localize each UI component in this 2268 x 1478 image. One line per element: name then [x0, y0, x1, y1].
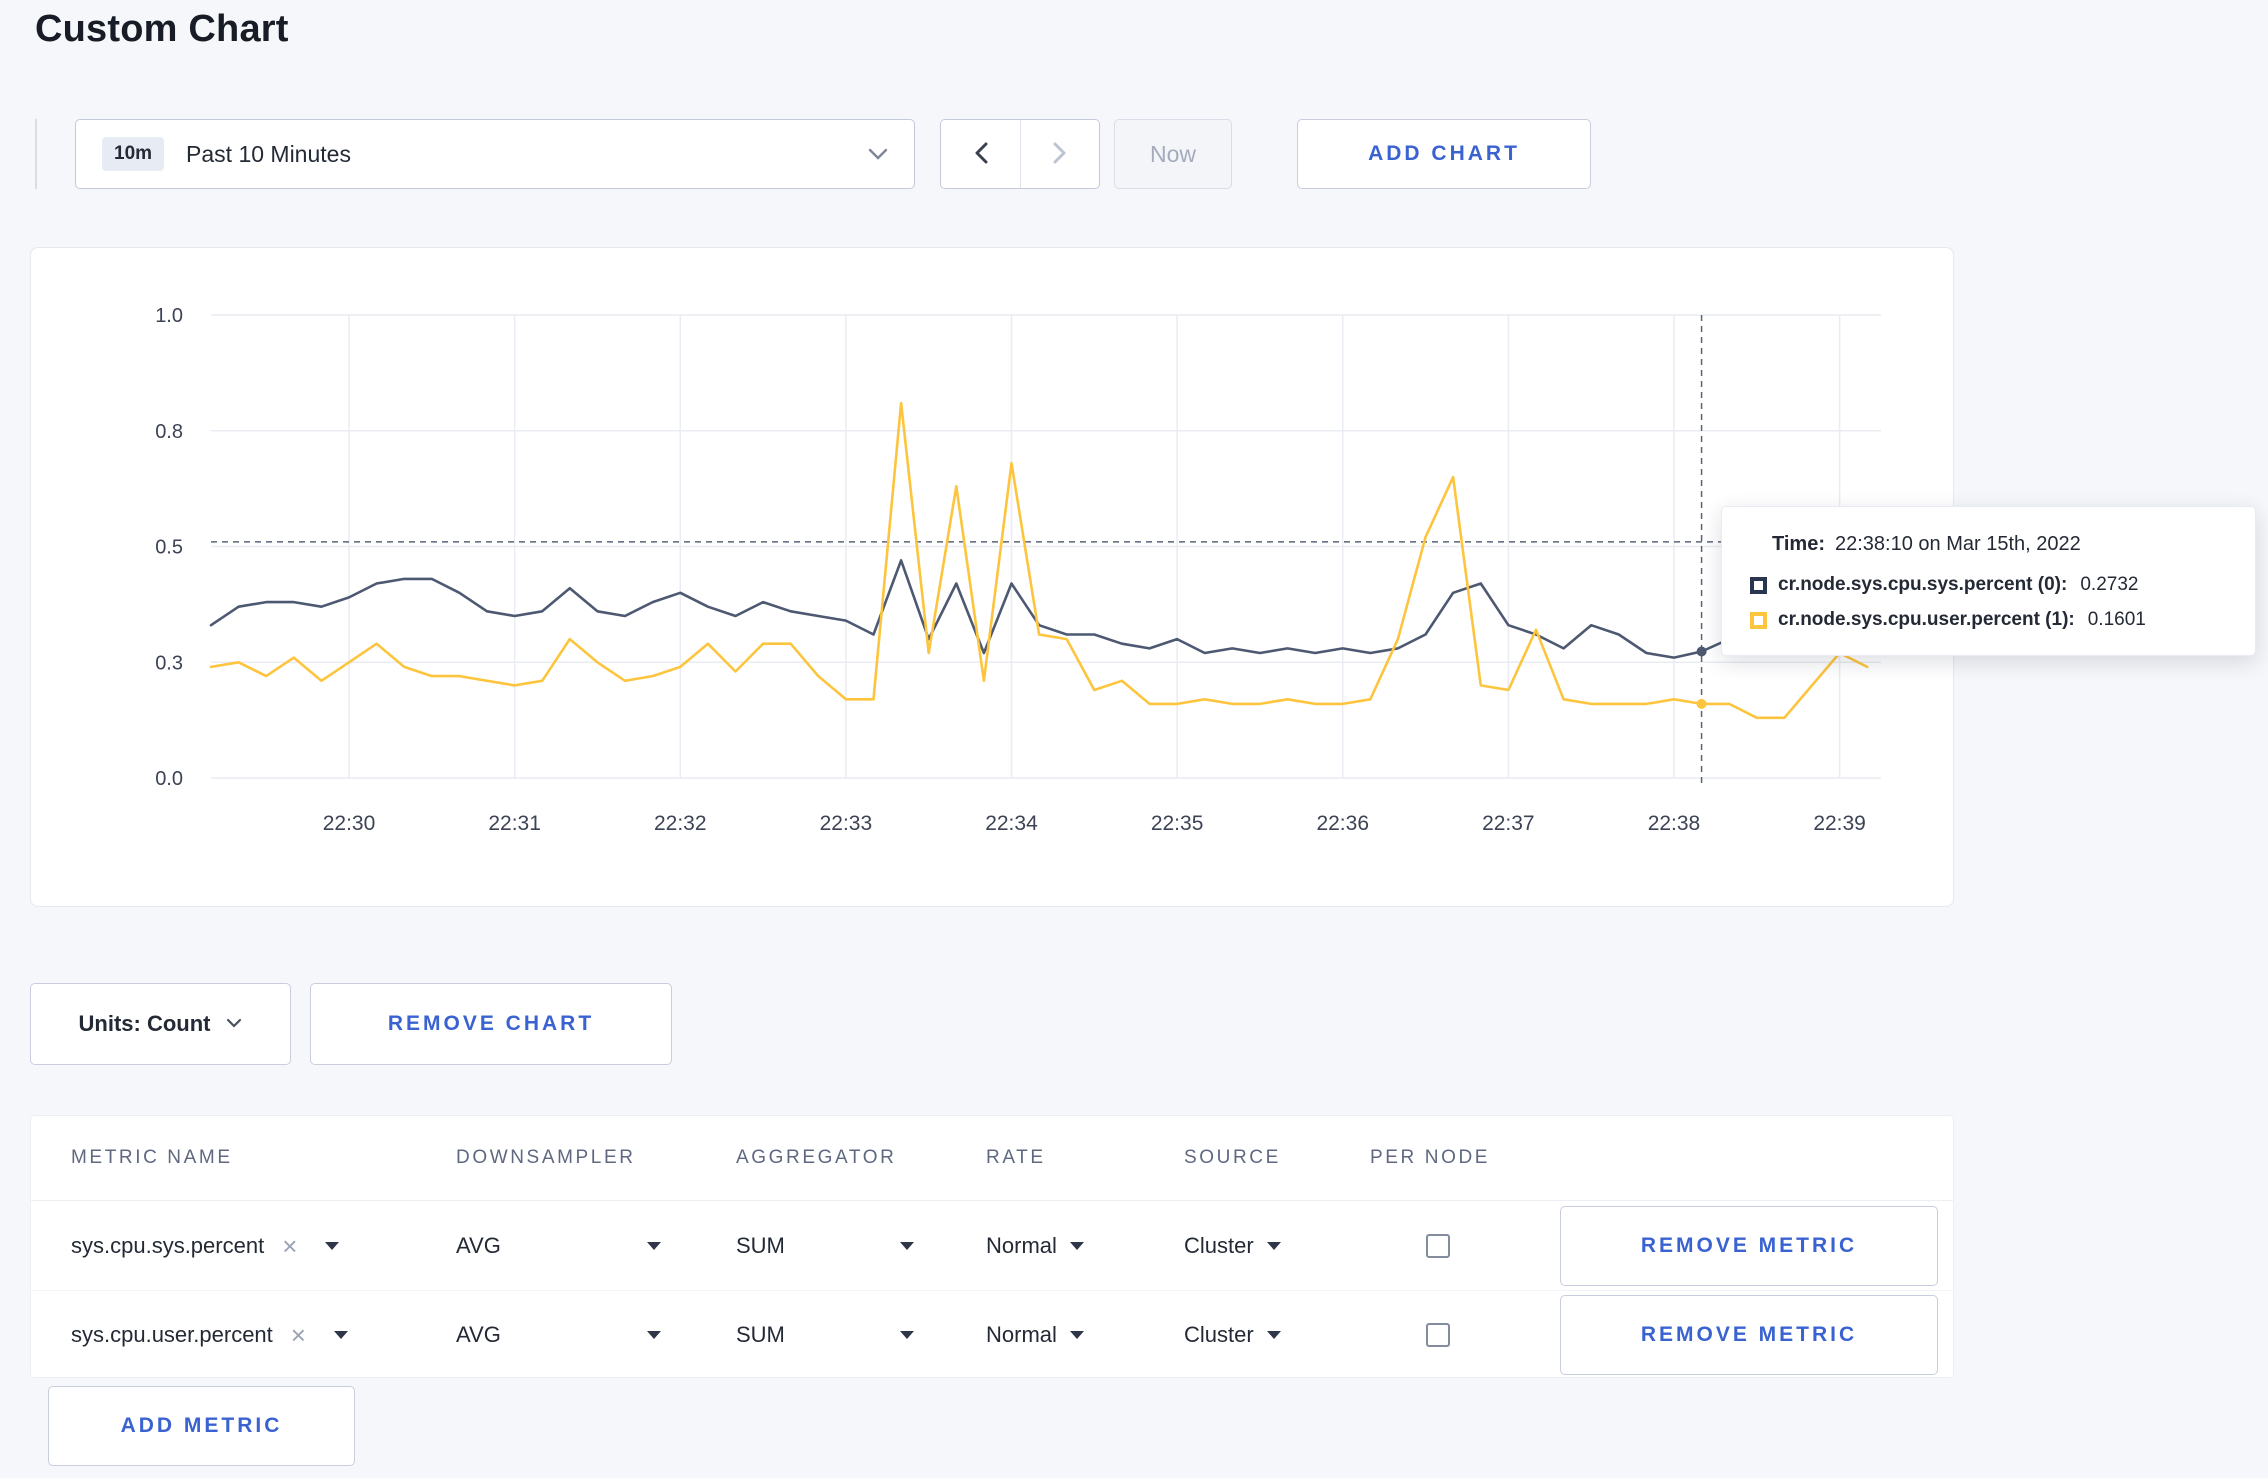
page-title: Custom Chart	[35, 8, 289, 50]
chart-hover-tooltip: Time: 22:38:10 on Mar 15th, 2022 cr.node…	[1721, 506, 2256, 656]
header-per-node: PER NODE	[1370, 1147, 1491, 1168]
downsampler-select[interactable]: AVG	[456, 1233, 661, 1259]
svg-text:0.3: 0.3	[155, 652, 183, 674]
metric-row: sys.cpu.user.percent × AVG SUM Normal Cl…	[31, 1290, 1953, 1379]
header-downsampler: DOWNSAMPLER	[456, 1147, 636, 1168]
aggregator-select[interactable]: SUM	[736, 1233, 914, 1259]
source-value: Cluster	[1184, 1322, 1254, 1347]
caret-down-icon	[325, 1241, 340, 1250]
metrics-table: METRIC NAME DOWNSAMPLER AGGREGATOR RATE …	[30, 1115, 1954, 1378]
aggregator-select[interactable]: SUM	[736, 1322, 914, 1348]
svg-text:0.5: 0.5	[155, 537, 183, 559]
aggregator-value: SUM	[736, 1322, 785, 1347]
svg-text:22:32: 22:32	[654, 812, 707, 835]
add-chart-label: ADD CHART	[1368, 142, 1520, 165]
remove-metric-button[interactable]: REMOVE METRIC	[1560, 1295, 1938, 1375]
caret-down-icon	[900, 1241, 914, 1250]
tooltip-time-label: Time:	[1772, 533, 1825, 555]
source-select[interactable]: Cluster	[1184, 1322, 1281, 1348]
tooltip-time-value: 22:38:10 on Mar 15th, 2022	[1834, 533, 2081, 555]
svg-text:0.8: 0.8	[155, 421, 183, 443]
svg-text:22:38: 22:38	[1648, 812, 1701, 835]
caret-down-icon	[900, 1331, 914, 1339]
downsampler-value: AVG	[456, 1232, 501, 1258]
source-select[interactable]: Cluster	[1184, 1233, 1281, 1259]
downsampler-select[interactable]: AVG	[456, 1322, 661, 1348]
rate-value: Normal	[986, 1232, 1057, 1258]
caret-down-icon	[333, 1331, 348, 1339]
clear-metric-icon[interactable]: ×	[291, 1322, 306, 1348]
downsampler-value: AVG	[456, 1322, 501, 1347]
time-range-label: Past 10 Minutes	[186, 140, 351, 167]
add-chart-button[interactable]: ADD CHART	[1297, 119, 1591, 189]
chevron-right-icon	[1053, 142, 1067, 167]
time-range-badge: 10m	[102, 137, 165, 171]
toolbar-left-divider	[35, 119, 37, 189]
series-sys-swatch-icon	[1750, 576, 1767, 594]
tooltip-series-label: cr.node.sys.cpu.sys.percent (0):	[1778, 574, 2068, 595]
svg-text:22:36: 22:36	[1316, 812, 1369, 835]
header-aggregator: AGGREGATOR	[736, 1147, 897, 1168]
time-range-dropdown[interactable]: 10m Past 10 Minutes	[75, 119, 915, 189]
caret-down-icon	[647, 1241, 661, 1250]
now-button-label: Now	[1149, 140, 1196, 167]
source-value: Cluster	[1184, 1232, 1254, 1258]
svg-text:22:31: 22:31	[488, 812, 541, 835]
tooltip-series-row: cr.node.sys.cpu.user.percent (1): 0.1601	[1750, 609, 2227, 631]
metrics-table-header: METRIC NAME DOWNSAMPLER AGGREGATOR RATE …	[31, 1116, 1953, 1201]
next-time-button[interactable]	[1020, 120, 1099, 188]
remove-metric-label: REMOVE METRIC	[1640, 1323, 1858, 1346]
remove-chart-label: REMOVE CHART	[387, 1012, 595, 1035]
per-node-checkbox[interactable]	[1426, 1233, 1450, 1258]
remove-metric-label: REMOVE METRIC	[1640, 1233, 1858, 1257]
metric-row: sys.cpu.sys.percent × AVG SUM Normal Clu…	[31, 1201, 1953, 1290]
per-node-checkbox[interactable]	[1426, 1323, 1450, 1347]
now-button[interactable]: Now	[1114, 119, 1232, 189]
svg-text:0.0: 0.0	[155, 768, 183, 790]
metric-name-select[interactable]: sys.cpu.sys.percent ×	[71, 1233, 456, 1259]
tooltip-series-row: cr.node.sys.cpu.sys.percent (0): 0.2732	[1750, 574, 2227, 596]
chevron-down-icon	[868, 148, 888, 160]
units-dropdown-label: Units: Count	[78, 1011, 211, 1036]
remove-chart-button[interactable]: REMOVE CHART	[310, 983, 672, 1065]
series-user-swatch-icon	[1750, 611, 1767, 629]
caret-down-icon	[1069, 1241, 1084, 1250]
chevron-down-icon	[226, 1015, 242, 1033]
tooltip-series-value: 0.2732	[2080, 574, 2139, 595]
header-source: SOURCE	[1184, 1147, 1281, 1168]
caret-down-icon	[1266, 1241, 1281, 1250]
timeseries-chart[interactable]: 0.0 0.3 0.5 0.8 1.0 22:30 22:31 22:32 22:33 22:34…	[31, 248, 1955, 908]
rate-select[interactable]: Normal	[986, 1233, 1084, 1259]
custom-chart-panel[interactable]: 0.0 0.3 0.5 0.8 1.0 22:30 22:31 22:32 22:33 22:34…	[30, 247, 1954, 907]
header-metric-name: METRIC NAME	[71, 1147, 233, 1168]
units-dropdown[interactable]: Units: Count	[30, 983, 291, 1065]
remove-metric-button[interactable]: REMOVE METRIC	[1560, 1205, 1938, 1286]
svg-text:22:39: 22:39	[1813, 812, 1866, 835]
add-metric-button[interactable]: ADD METRIC	[48, 1386, 355, 1466]
metric-name-select[interactable]: sys.cpu.user.percent ×	[71, 1322, 456, 1348]
svg-text:22:37: 22:37	[1482, 812, 1535, 835]
svg-text:22:33: 22:33	[820, 812, 873, 835]
tooltip-series-value: 0.1601	[2087, 609, 2146, 630]
clear-metric-icon[interactable]: ×	[282, 1233, 297, 1259]
metric-name-value: sys.cpu.user.percent	[71, 1322, 273, 1347]
caret-down-icon	[1069, 1331, 1084, 1339]
add-metric-label: ADD METRIC	[120, 1414, 283, 1437]
svg-text:22:34: 22:34	[985, 812, 1038, 835]
svg-text:22:30: 22:30	[323, 812, 376, 835]
svg-text:22:35: 22:35	[1151, 812, 1204, 835]
rate-select[interactable]: Normal	[986, 1322, 1084, 1348]
metric-name-value: sys.cpu.sys.percent	[71, 1232, 265, 1258]
time-step-group	[940, 119, 1100, 189]
tooltip-series-label: cr.node.sys.cpu.user.percent (1):	[1778, 609, 2075, 630]
caret-down-icon	[647, 1331, 661, 1339]
tooltip-time-row: Time: 22:38:10 on Mar 15th, 2022	[1772, 533, 2227, 556]
header-rate: RATE	[986, 1147, 1046, 1168]
caret-down-icon	[1266, 1331, 1281, 1339]
aggregator-value: SUM	[736, 1232, 785, 1258]
rate-value: Normal	[986, 1322, 1057, 1347]
svg-text:1.0: 1.0	[155, 305, 183, 327]
prev-time-button[interactable]	[941, 120, 1020, 188]
chevron-left-icon	[974, 142, 988, 167]
